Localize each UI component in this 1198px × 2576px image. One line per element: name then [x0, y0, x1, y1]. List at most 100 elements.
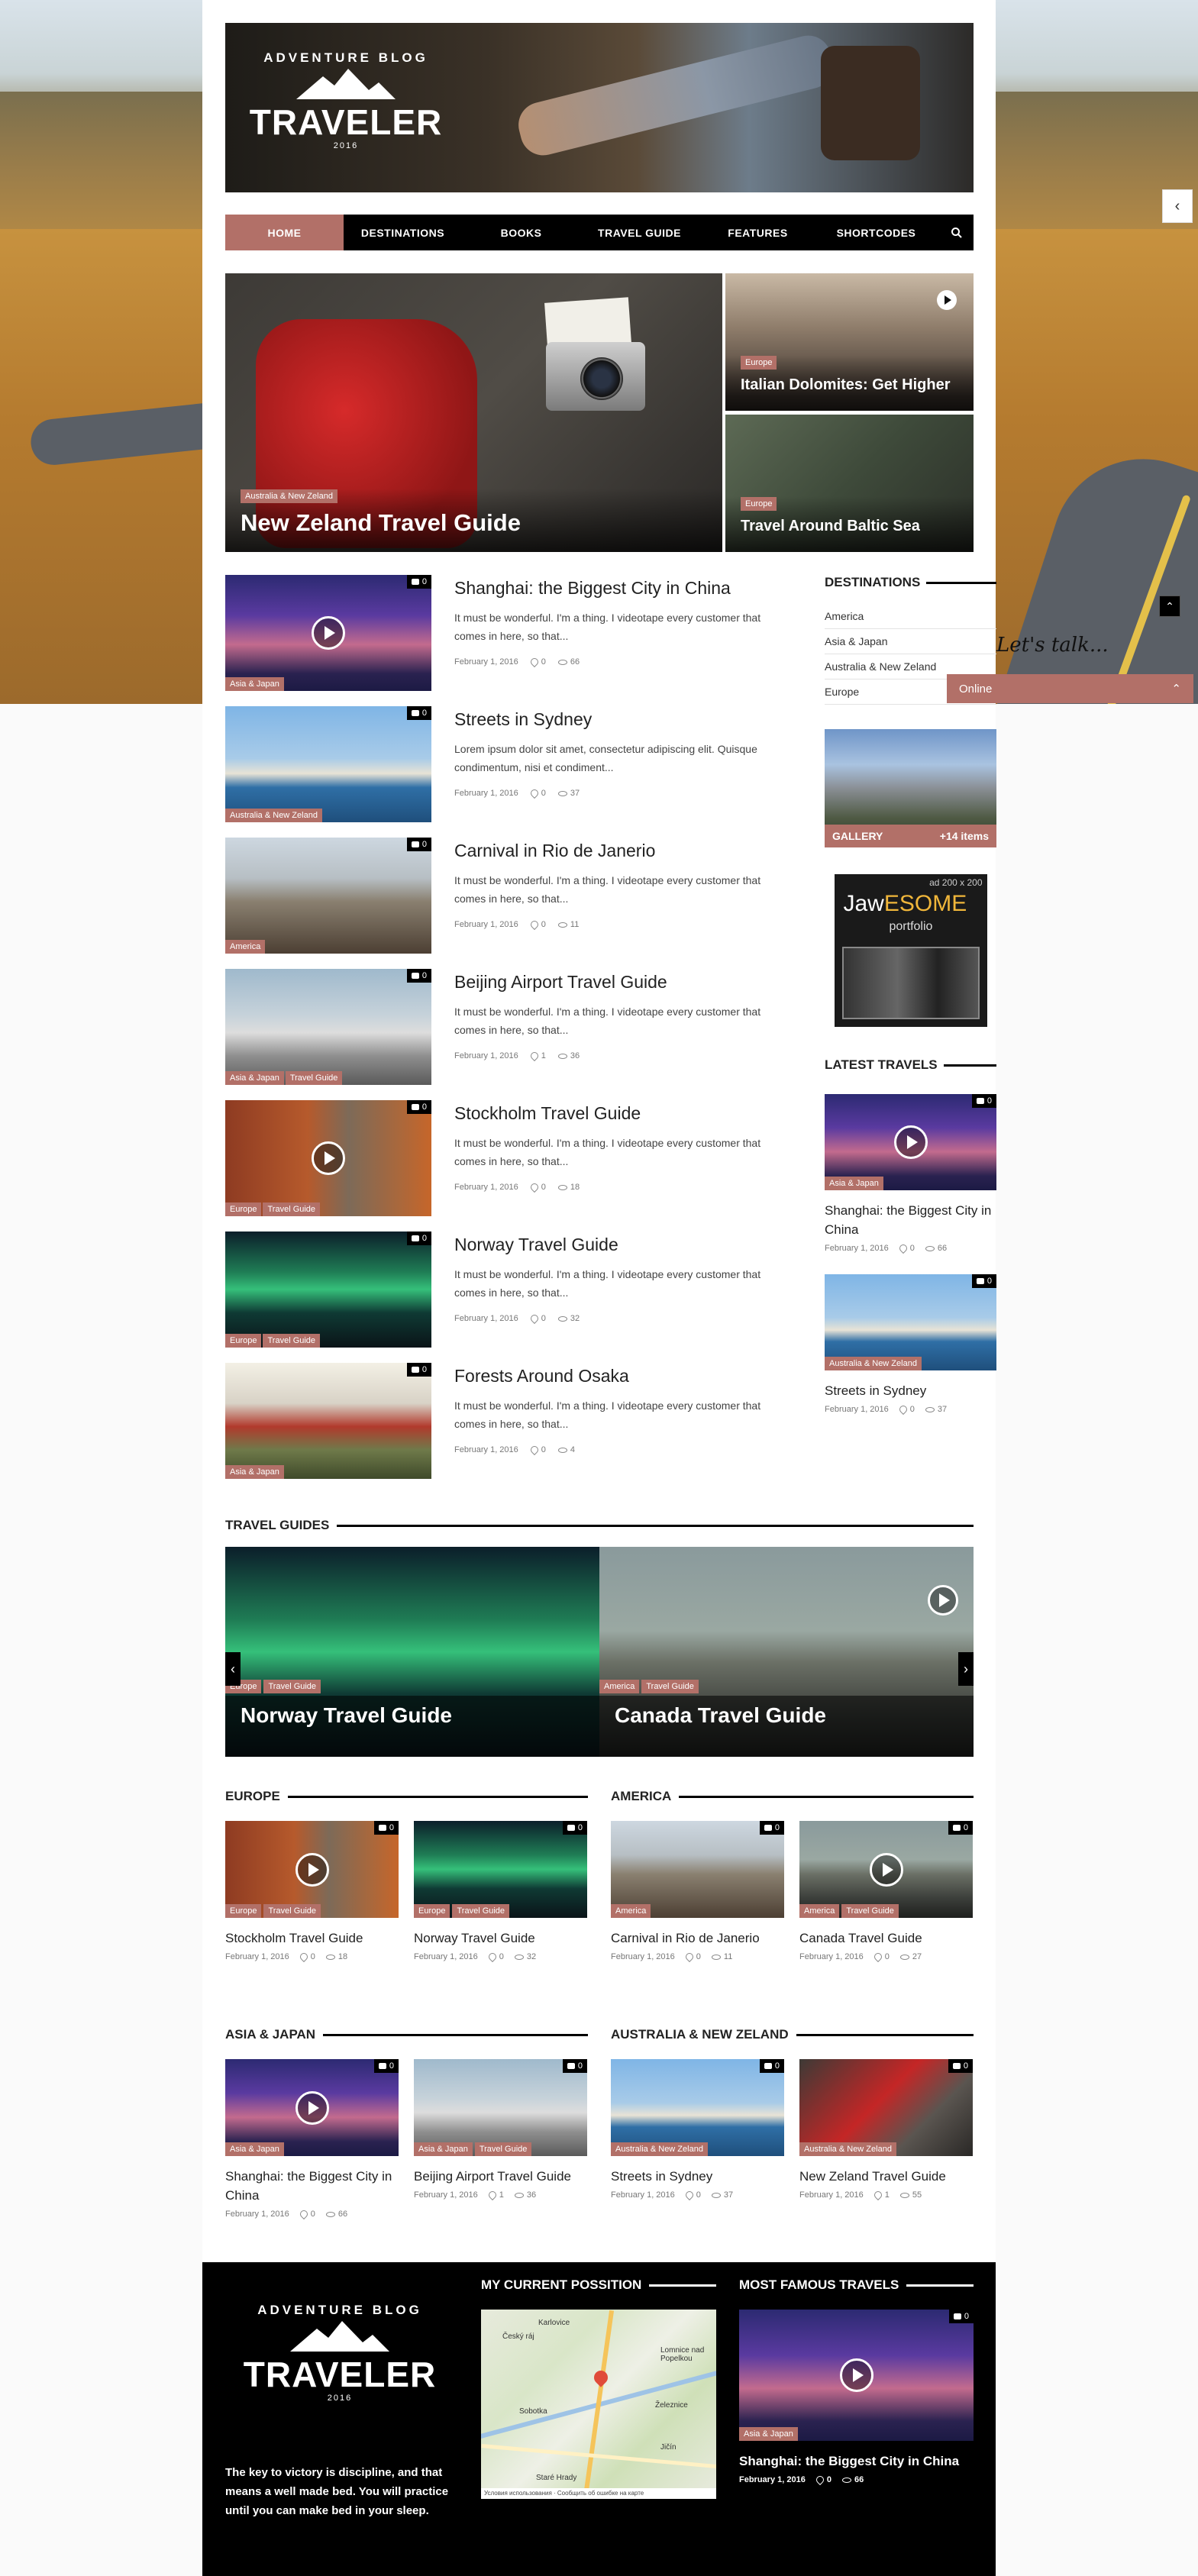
category-tag[interactable]: Travel Guide: [263, 1202, 321, 1216]
category-item-title[interactable]: Canada Travel Guide: [799, 1929, 973, 1948]
post-title[interactable]: Beijing Airport Travel Guide: [454, 970, 779, 993]
category-thumbnail[interactable]: 0 Europe Travel Guide: [414, 1821, 587, 1918]
gallery-widget[interactable]: GALLERY +14 items: [825, 729, 996, 847]
category-item-title[interactable]: Carnival in Rio de Janerio: [611, 1929, 784, 1948]
play-icon[interactable]: [893, 1125, 928, 1159]
category-tag[interactable]: Asia & Japan: [225, 2142, 284, 2156]
category-tag[interactable]: America: [799, 1904, 840, 1918]
nav-travel-guide[interactable]: TRAVEL GUIDE: [580, 215, 699, 250]
post-thumbnail[interactable]: 0 Asia & Japan: [225, 1363, 431, 1479]
slider-next-button[interactable]: ›: [958, 1652, 974, 1686]
post-title[interactable]: Carnival in Rio de Janerio: [454, 839, 779, 862]
featured-side-title[interactable]: Travel Around Baltic Sea: [741, 515, 958, 537]
featured-side-post[interactable]: Europe Italian Dolomites: Get Higher: [725, 273, 974, 411]
heart-icon[interactable]: [897, 1242, 909, 1254]
heart-icon[interactable]: [528, 1181, 540, 1193]
category-tag[interactable]: Travel Guide: [474, 2142, 532, 2156]
heart-icon[interactable]: [528, 787, 540, 799]
slide[interactable]: America Travel Guide Canada Travel Guide: [599, 1547, 974, 1757]
post-thumbnail[interactable]: 0 Asia & Japan Travel Guide: [225, 969, 431, 1085]
destination-link[interactable]: America: [825, 604, 996, 629]
featured-main-post[interactable]: Australia & New Zeland New Zeland Travel…: [225, 273, 722, 552]
category-tag[interactable]: Europe: [414, 1904, 450, 1918]
post-title[interactable]: Streets in Sydney: [454, 708, 779, 731]
heart-icon[interactable]: [683, 1951, 695, 1963]
latest-title[interactable]: Shanghai: the Biggest City in China: [825, 1201, 996, 1239]
post-thumbnail[interactable]: 0 Europe Travel Guide: [225, 1232, 431, 1348]
play-icon[interactable]: [928, 1585, 958, 1616]
category-tag[interactable]: Asia & Japan: [825, 1177, 883, 1190]
heart-icon[interactable]: [897, 1403, 909, 1416]
heart-icon[interactable]: [814, 2474, 825, 2486]
heart-icon[interactable]: [298, 1951, 309, 1963]
post-title[interactable]: Norway Travel Guide: [454, 1233, 779, 1256]
heart-icon[interactable]: [486, 2189, 498, 2201]
slide-title[interactable]: Norway Travel Guide: [241, 1703, 584, 1728]
play-icon[interactable]: [295, 2090, 329, 2125]
featured-side-title[interactable]: Italian Dolomites: Get Higher: [741, 374, 958, 395]
play-icon[interactable]: [312, 616, 345, 650]
category-tag[interactable]: Europe: [741, 356, 777, 370]
nav-destinations[interactable]: DESTINATIONS: [344, 215, 462, 250]
category-tag[interactable]: Australia & New Zeland: [611, 2142, 708, 2156]
category-tag[interactable]: Travel Guide: [263, 1904, 321, 1918]
category-tag[interactable]: Australia & New Zeland: [241, 489, 337, 503]
category-tag[interactable]: Europe: [225, 1202, 262, 1216]
category-tag[interactable]: Travel Guide: [263, 1680, 321, 1693]
play-icon[interactable]: [295, 1852, 329, 1887]
nav-shortcodes[interactable]: SHORTCODES: [817, 215, 935, 250]
nav-search-button[interactable]: [939, 215, 974, 250]
category-tag[interactable]: America: [599, 1680, 640, 1693]
slide[interactable]: Europe Travel Guide Norway Travel Guide: [225, 1547, 599, 1757]
category-thumbnail[interactable]: 0 Asia & Japan: [225, 2059, 399, 2156]
category-thumbnail[interactable]: 0 Europe Travel Guide: [225, 1821, 399, 1918]
category-tag[interactable]: Asia & Japan: [739, 2427, 798, 2441]
category-tag[interactable]: Asia & Japan: [414, 2142, 473, 2156]
post-title[interactable]: Stockholm Travel Guide: [454, 1102, 779, 1125]
heart-icon[interactable]: [683, 2189, 695, 2201]
category-tag[interactable]: Europe: [225, 1334, 262, 1348]
category-tag[interactable]: Asia & Japan: [225, 677, 284, 691]
post-thumbnail[interactable]: 0 Australia & New Zeland: [225, 706, 431, 822]
play-icon[interactable]: [937, 290, 957, 310]
heart-icon[interactable]: [872, 1951, 883, 1963]
category-thumbnail[interactable]: 0 Australia & New Zeland: [799, 2059, 973, 2156]
category-tag[interactable]: Europe: [741, 497, 777, 511]
category-thumbnail[interactable]: 0 America Travel Guide: [799, 1821, 973, 1918]
location-map[interactable]: Karlovice Český ráj Sobotka Lomnice nad …: [481, 2310, 716, 2499]
category-item-title[interactable]: Beijing Airport Travel Guide: [414, 2167, 587, 2186]
latest-thumbnail[interactable]: 0 Australia & New Zeland: [825, 1274, 996, 1370]
nav-home[interactable]: HOME: [225, 215, 344, 250]
post-thumbnail[interactable]: 0 America: [225, 838, 431, 954]
site-logo[interactable]: ADVENTURE BLOG TRAVELER 2016: [247, 44, 445, 174]
category-thumbnail[interactable]: 0 Asia & Japan Travel Guide: [414, 2059, 587, 2156]
category-tag[interactable]: Travel Guide: [285, 1071, 343, 1085]
category-item-title[interactable]: New Zeland Travel Guide: [799, 2167, 973, 2186]
latest-title[interactable]: Streets in Sydney: [825, 1381, 996, 1400]
category-tag[interactable]: Australia & New Zeland: [225, 809, 322, 822]
category-tag[interactable]: Europe: [225, 1904, 262, 1918]
back-to-top-button[interactable]: ⌃: [1159, 596, 1180, 617]
destination-link[interactable]: Asia & Japan: [825, 629, 996, 654]
category-tag[interactable]: Australia & New Zeland: [799, 2142, 896, 2156]
category-tag[interactable]: Asia & Japan: [225, 1465, 284, 1479]
category-item-title[interactable]: Norway Travel Guide: [414, 1929, 587, 1948]
category-item-title[interactable]: Shanghai: the Biggest City in China: [225, 2167, 399, 2205]
category-tag[interactable]: Australia & New Zeland: [825, 1357, 922, 1370]
category-item-title[interactable]: Streets in Sydney: [611, 2167, 784, 2186]
play-icon[interactable]: [869, 1852, 903, 1887]
post-title[interactable]: Shanghai: the Biggest City in China: [454, 576, 779, 599]
heart-icon[interactable]: [528, 1312, 540, 1325]
play-icon[interactable]: [312, 1141, 345, 1175]
heart-icon[interactable]: [872, 2189, 883, 2201]
play-icon[interactable]: [839, 2358, 873, 2392]
category-tag[interactable]: America: [225, 940, 266, 954]
post-title[interactable]: Forests Around Osaka: [454, 1364, 779, 1387]
category-thumbnail[interactable]: 0 Australia & New Zeland: [611, 2059, 784, 2156]
heart-icon[interactable]: [528, 918, 540, 931]
category-tag[interactable]: Travel Guide: [641, 1680, 699, 1693]
category-item-title[interactable]: Stockholm Travel Guide: [225, 1929, 399, 1948]
featured-main-title[interactable]: New Zeland Travel Guide: [241, 509, 707, 537]
category-tag[interactable]: Travel Guide: [263, 1334, 321, 1348]
map-footer[interactable]: Условия использования · Сообщить об ошиб…: [481, 2488, 716, 2499]
